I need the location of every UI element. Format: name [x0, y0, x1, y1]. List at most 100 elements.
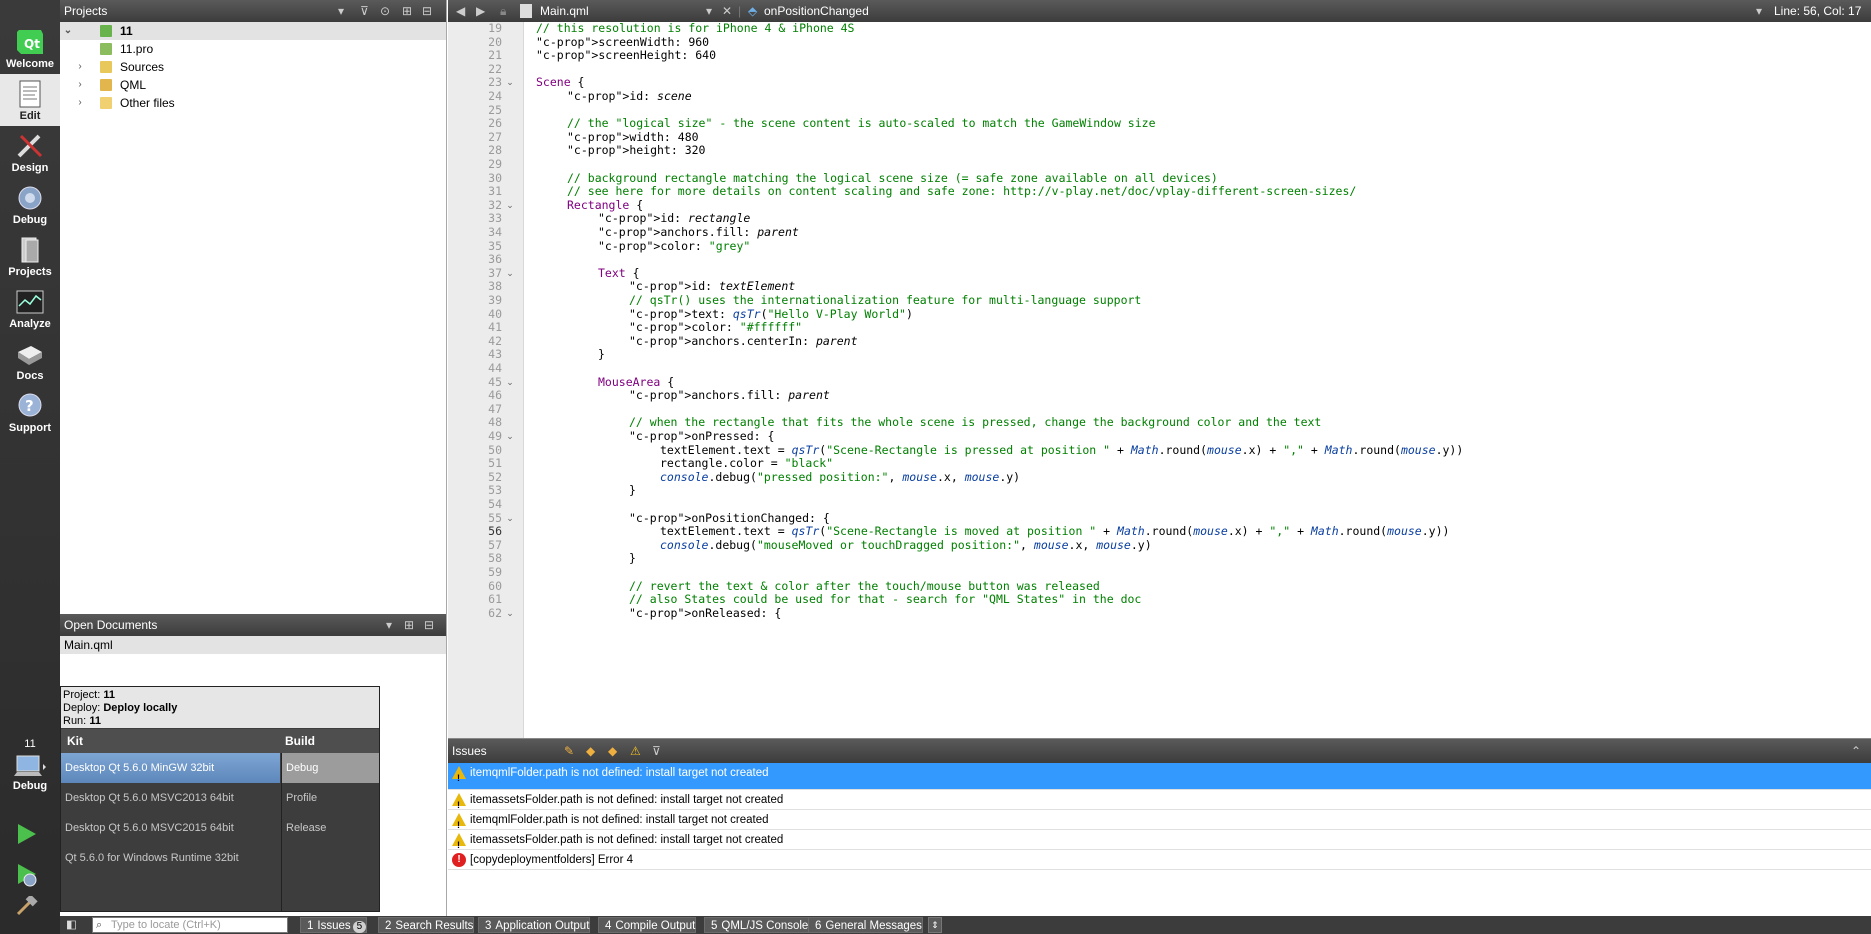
kit-item[interactable]: Desktop Qt 5.6.0 MSVC2013 64bit — [61, 783, 280, 813]
fold-chevron-icon[interactable]: ⌄ — [504, 510, 516, 526]
support-question-icon: ? — [18, 393, 42, 417]
mode-debug[interactable]: Debug — [0, 178, 60, 230]
open-document-item[interactable]: Main.qml — [60, 636, 446, 654]
code-line[interactable]: "c-prop">onReleased: { — [629, 605, 781, 621]
forward-arrow-icon[interactable]: ▶ — [476, 0, 485, 22]
output-tab-compile-output[interactable]: 4 Compile Output — [598, 917, 697, 933]
view-dropdown-icon[interactable]: ▾ — [338, 0, 344, 22]
issues-title: Issues — [452, 744, 487, 758]
kit-item[interactable]: Desktop Qt 5.6.0 MinGW 32bit — [61, 753, 280, 783]
target-selector[interactable]: 11 Debug — [0, 730, 60, 806]
close-pane-icon[interactable]: ⊟ — [422, 0, 432, 22]
code-line[interactable]: } — [629, 482, 636, 498]
toolbar-separator: | — [738, 4, 742, 18]
clear-issues-icon[interactable]: ✎ — [564, 739, 574, 763]
build-list: Debug Profile Release — [281, 753, 379, 911]
status-bar: ◧ ⌕ Type to locate (Ctrl+K) 1 Issues 5 2 Se… — [60, 916, 1871, 934]
output-tab-qml-console[interactable]: 5 QML/JS Console — [704, 917, 810, 933]
next-issue-icon[interactable]: ◆ — [608, 739, 617, 763]
output-tab-application-output[interactable]: 3 Application Output — [478, 917, 591, 933]
code-line[interactable]: } — [598, 346, 605, 362]
output-tab-general-messages[interactable]: 6 General Messages — [808, 917, 923, 933]
filter-icon[interactable]: ⊽ — [360, 0, 369, 22]
debug-play-icon — [18, 864, 37, 887]
code-line[interactable]: "c-prop">color: "grey" — [598, 238, 750, 254]
view-dropdown-icon[interactable]: ▾ — [386, 614, 392, 636]
kit-info: Project: 11 Deploy: Deploy locally Run: … — [61, 687, 379, 728]
code-line[interactable]: "c-prop">anchors.fill: parent — [629, 387, 830, 403]
tree-item-pro-file[interactable]: 11.pro — [60, 40, 446, 58]
split-icon[interactable]: ⊞ — [404, 614, 414, 636]
chevron-right-icon[interactable]: › — [74, 94, 86, 112]
cursor-position[interactable]: Line: 56, Col: 17 — [1774, 0, 1861, 22]
build-item[interactable]: Debug — [282, 753, 379, 783]
tree-item-sources[interactable]: › Sources — [60, 58, 446, 76]
close-pane-icon[interactable]: ⊟ — [424, 614, 434, 636]
close-file-icon[interactable]: ✕ — [722, 0, 732, 22]
kit-item[interactable]: Desktop Qt 5.6.0 MSVC2015 64bit — [61, 813, 280, 843]
chevron-right-icon[interactable]: › — [74, 58, 86, 76]
qt-logo-icon: Qt — [17, 30, 43, 54]
analyze-chart-icon — [16, 290, 44, 314]
symbol-dropdown-icon[interactable]: ▾ — [1756, 0, 1762, 22]
tree-item-qml[interactable]: › QML — [60, 76, 446, 94]
code-line[interactable]: "c-prop">id: scene — [567, 88, 692, 104]
chevron-right-icon[interactable]: › — [74, 76, 86, 94]
sync-link-icon[interactable]: ⊙ — [380, 0, 390, 22]
code-editor[interactable]: 19 20 21 22 23 ⌄ 24 25 26 27 28 29 30 31 32 ⌄ 33 34 35 36 37… — [448, 22, 1871, 738]
symbol-selector[interactable]: onPositionChanged — [764, 0, 869, 22]
fold-chevron-icon[interactable]: ⌄ — [504, 74, 516, 90]
issue-row[interactable]: ! [copydeploymentfolders] Error 4 — [448, 850, 1871, 870]
fold-chevron-icon[interactable]: ⌄ — [504, 197, 516, 213]
filter-icon[interactable]: ⊽ — [652, 739, 661, 763]
more-tabs-icon[interactable]: ⇕ — [928, 917, 942, 933]
fold-chevron-icon[interactable]: ⌄ — [504, 605, 516, 621]
split-icon[interactable]: ⊞ — [402, 0, 412, 22]
mode-edit[interactable]: Edit — [0, 74, 60, 126]
file-dropdown-icon[interactable]: ▾ — [706, 0, 712, 22]
build-item[interactable]: Release — [282, 813, 379, 843]
toggle-sidebar-icon[interactable]: ◧ — [66, 916, 77, 934]
show-warnings-icon[interactable]: ⚠︎ — [630, 739, 641, 763]
tree-item-project[interactable]: ⌄ 11 — [60, 22, 446, 40]
file-selector[interactable]: Main.qml — [540, 0, 589, 22]
fold-chevron-icon[interactable]: ⌄ — [504, 374, 516, 390]
issue-row[interactable]: itemassetsFolder.path is not defined: in… — [448, 830, 1871, 855]
code-line[interactable]: console.debug("pressed position:", mouse… — [660, 469, 1020, 485]
debug-run-button[interactable] — [12, 860, 40, 888]
previous-issue-icon[interactable]: ◆ — [586, 739, 595, 763]
issue-row[interactable]: itemqmlFolder.path is not defined: insta… — [448, 763, 1871, 790]
build-button[interactable] — [12, 894, 40, 916]
run-button[interactable] — [12, 820, 40, 848]
tree-item-other-files[interactable]: › Other files — [60, 94, 446, 112]
mode-analyze[interactable]: Analyze — [0, 282, 60, 334]
kit-item[interactable]: Qt 5.6.0 for Windows Runtime 32bit — [61, 843, 280, 873]
line-number: 62 — [488, 605, 502, 620]
code-line[interactable]: "c-prop">anchors.centerIn: parent — [629, 333, 858, 349]
run-play-icon — [18, 824, 36, 844]
fold-chevron-icon[interactable]: ⌄ — [504, 265, 516, 281]
mode-projects[interactable]: Projects — [0, 230, 60, 282]
mode-welcome[interactable]: Qt Welcome — [0, 22, 60, 74]
maximize-pane-icon[interactable]: ⌃ — [1851, 739, 1861, 763]
back-arrow-icon[interactable]: ◀ — [456, 0, 465, 22]
code-line[interactable]: "c-prop">height: 320 — [567, 142, 705, 158]
mode-design[interactable]: Design — [0, 126, 60, 178]
output-tab-issues[interactable]: 1 Issues 5 — [300, 917, 368, 933]
code-line[interactable]: "c-prop">screenHeight: 640 — [536, 47, 716, 63]
search-icon: ⌕ — [96, 919, 103, 931]
code-line[interactable]: } — [629, 550, 636, 566]
fold-chevron-icon[interactable]: ⌄ — [504, 428, 516, 444]
locator-input[interactable]: ⌕ Type to locate (Ctrl+K) — [92, 917, 288, 933]
issue-row[interactable]: itemqmlFolder.path is not defined: insta… — [448, 810, 1871, 835]
issue-row[interactable]: itemassetsFolder.path is not defined: in… — [448, 790, 1871, 815]
build-item[interactable]: Profile — [282, 783, 379, 813]
chevron-down-icon[interactable]: ⌄ — [62, 22, 74, 40]
code-line[interactable]: // see here for more details on content … — [567, 183, 1356, 199]
mode-selector: Qt Welcome Edit Design Debug Projects An… — [0, 0, 60, 934]
mode-docs[interactable]: Docs — [0, 334, 60, 386]
build-hammer-icon — [16, 894, 38, 916]
output-tab-search-results[interactable]: 2 Search Results — [378, 917, 475, 933]
mode-support[interactable]: ? Support — [0, 386, 60, 438]
code-line[interactable]: console.debug("mouseMoved or touchDragge… — [660, 537, 1152, 553]
